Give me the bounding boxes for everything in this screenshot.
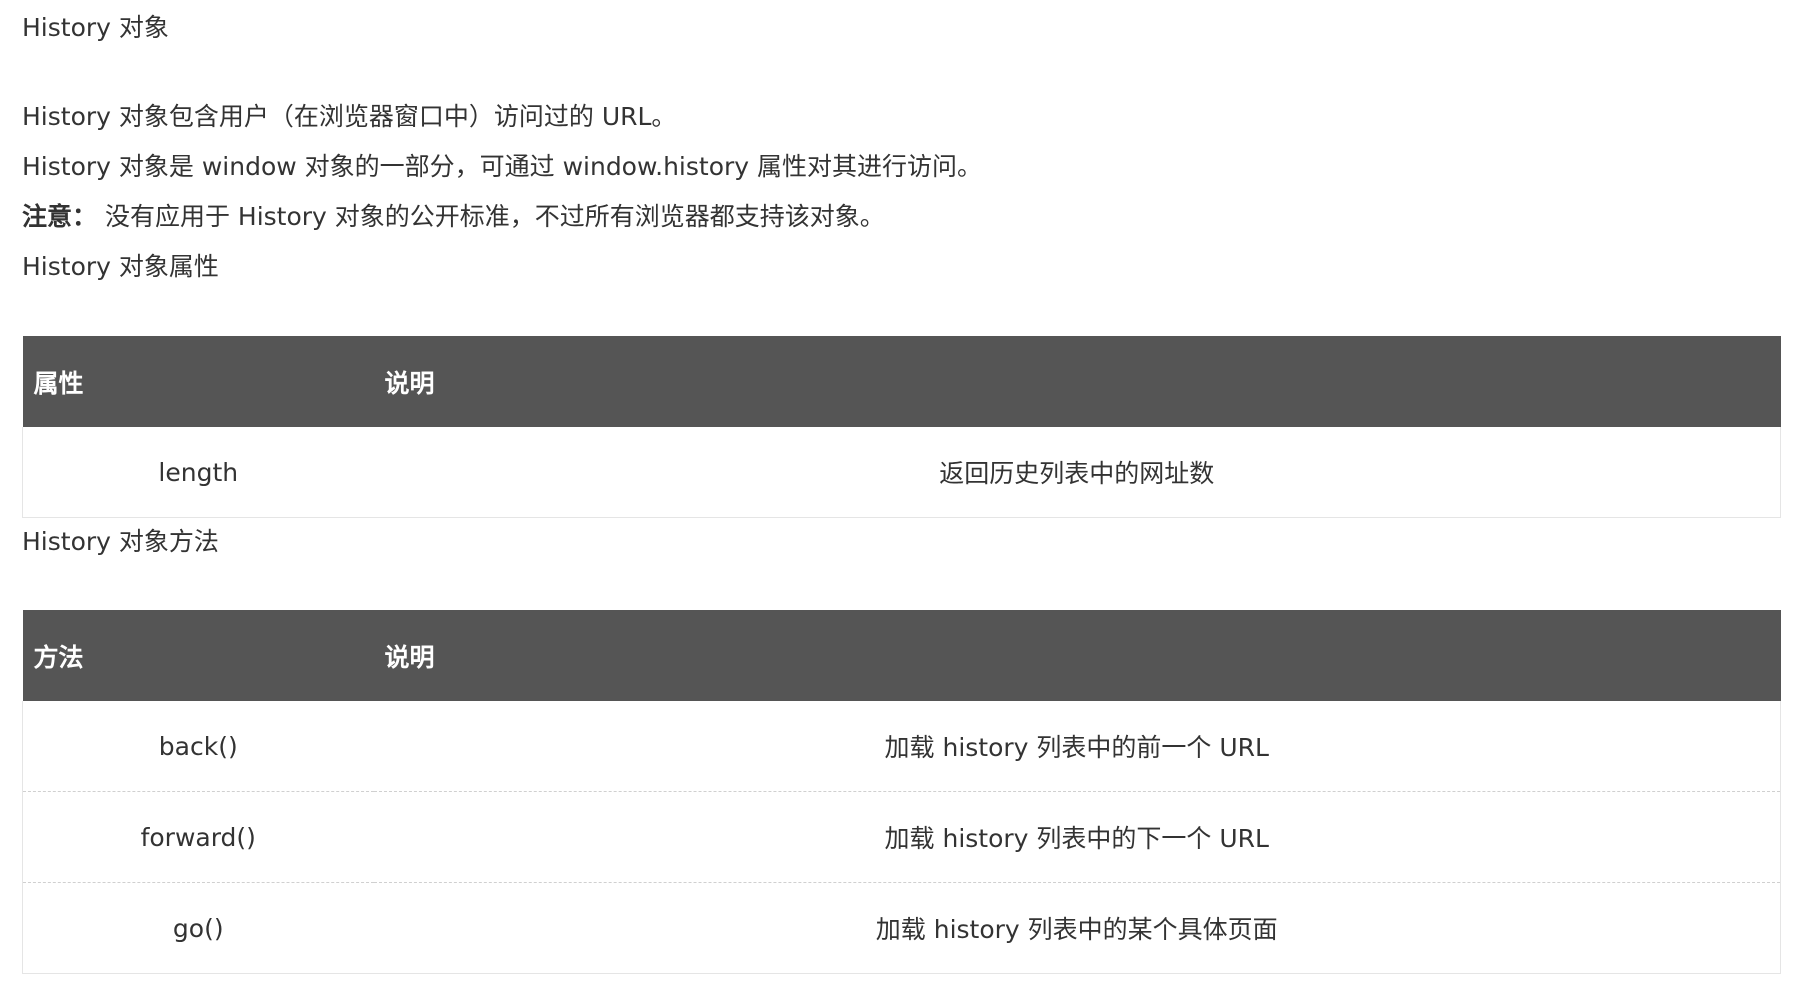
methods-header-row: 方法 说明 — [22, 610, 1781, 701]
method-description: 加载 history 列表中的前一个 URL — [884, 733, 1269, 762]
method-name: forward() — [140, 822, 256, 852]
table-row: forward() 加载 history 列表中的下一个 URL — [22, 791, 1781, 883]
note-text: 没有应用于 History 对象的公开标准，不过所有浏览器都支持该对象。 — [97, 202, 885, 231]
method-name: go() — [172, 913, 224, 943]
method-description: 加载 history 列表中的下一个 URL — [884, 824, 1269, 853]
header-description: 说明 — [384, 368, 435, 398]
intro-paragraph: History 对象包含用户（在浏览器窗口中）访问过的 URL。 — [22, 102, 677, 131]
methods-heading: History 对象方法 — [22, 527, 219, 556]
properties-table: 属性 说明 length 返回历史列表中的网址数 — [22, 336, 1781, 518]
table-row: go() 加载 history 列表中的某个具体页面 — [22, 882, 1781, 974]
method-description: 加载 history 列表中的某个具体页面 — [875, 915, 1278, 944]
table-row: back() 加载 history 列表中的前一个 URL — [22, 701, 1781, 792]
window-paragraph: History 对象是 window 对象的一部分，可通过 window.his… — [22, 152, 983, 181]
properties-heading: History 对象属性 — [22, 252, 219, 281]
table-row: length 返回历史列表中的网址数 — [22, 427, 1781, 518]
document-page: History 对象 History 对象包含用户（在浏览器窗口中）访问过的 U… — [0, 0, 1794, 992]
header-property: 属性 — [33, 368, 84, 398]
note-label: 注意： — [22, 202, 98, 231]
methods-table: 方法 说明 back() 加载 history 列表中的前一个 URL forw… — [22, 610, 1781, 974]
method-name: back() — [158, 731, 238, 761]
property-description: 返回历史列表中的网址数 — [939, 459, 1215, 488]
properties-header-row: 属性 说明 — [22, 336, 1781, 427]
property-name: length — [158, 457, 239, 487]
header-method: 方法 — [33, 642, 84, 672]
page-title: History 对象 — [22, 13, 169, 42]
note-paragraph: 注意： 没有应用于 History 对象的公开标准，不过所有浏览器都支持该对象。 — [22, 200, 885, 234]
header-description: 说明 — [384, 642, 435, 672]
